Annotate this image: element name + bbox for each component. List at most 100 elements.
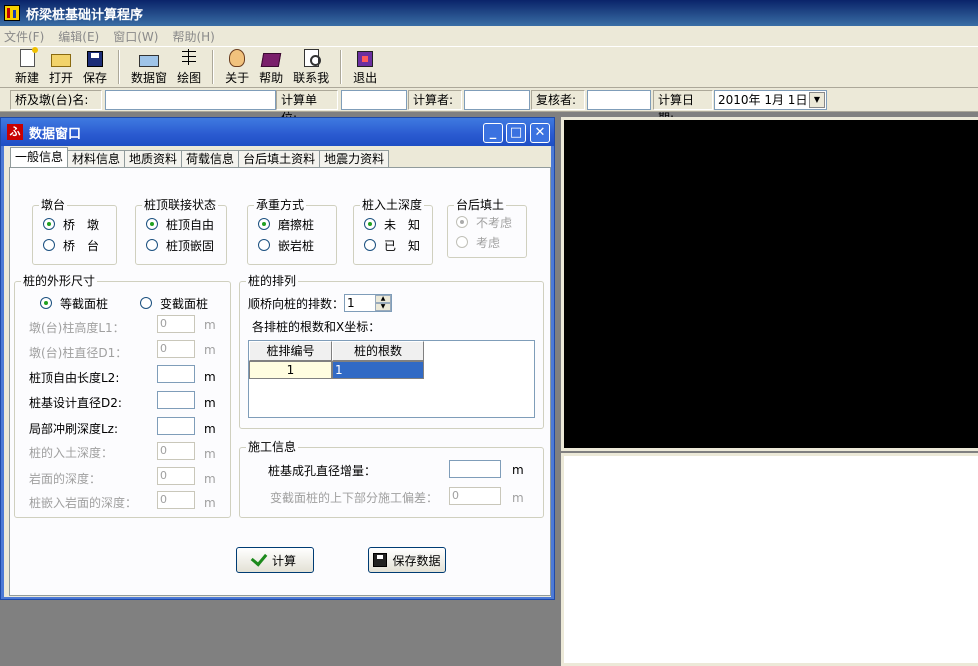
radio-button[interactable] <box>43 239 55 251</box>
section-deviation-input[interactable]: 0 <box>449 487 501 505</box>
radio-button[interactable] <box>364 218 376 230</box>
pile-top-fixed-radio[interactable]: 桩顶嵌固 <box>146 237 214 253</box>
rock-depth-input[interactable]: 0 <box>157 467 195 485</box>
info-bar: 桥及墩(台)名: 计算单位: 计算者: 复核者: 计算日期: 2010年 1月 … <box>0 88 978 125</box>
design-diameter-input[interactable] <box>157 391 195 409</box>
calc-date-label: 计算日期: <box>653 90 713 125</box>
save-icon <box>87 51 104 67</box>
drawing-canvas[interactable] <box>561 117 978 451</box>
pier-diameter-input[interactable]: 0 <box>157 340 195 358</box>
calc-unit-label: 计算单位: <box>276 90 338 125</box>
tab-seismic[interactable]: 地震力资料 <box>319 150 390 167</box>
draw-icon <box>180 49 198 67</box>
checkmark-icon <box>250 549 268 567</box>
grid-cell-row-no[interactable]: 1 <box>249 361 332 379</box>
row-count-spinner[interactable]: 1 ▲ ▼ <box>344 294 392 312</box>
menu-edit[interactable]: 编辑(E) <box>58 28 99 45</box>
toolbar-separator <box>212 50 215 84</box>
backfill-consider-radio[interactable]: 考虑 <box>456 234 500 250</box>
backfill-ignore-radio[interactable]: 不考虑 <box>456 214 512 230</box>
radio-button[interactable] <box>258 218 270 230</box>
radio-button[interactable] <box>364 239 376 251</box>
minimize-button[interactable]: _ <box>483 123 503 143</box>
row-count-label: 顺桥向桩的排数： <box>248 297 345 311</box>
calc-date-picker[interactable]: 2010年 1月 1日 ▼ <box>714 90 827 110</box>
socketed-pile-radio[interactable]: 嵌岩桩 <box>258 237 314 253</box>
bridge-name-label: 桥及墩(台)名: <box>10 90 102 110</box>
chevron-down-icon[interactable]: ▼ <box>809 92 825 108</box>
menu-window[interactable]: 窗口(W) <box>113 28 158 45</box>
depth-known-radio[interactable]: 已 知 <box>364 237 420 253</box>
toolbar-separator <box>118 50 121 84</box>
bridge-name-input[interactable] <box>105 90 276 110</box>
radio-button[interactable] <box>258 239 270 251</box>
radio-button[interactable] <box>146 239 158 251</box>
close-button[interactable]: ✕ <box>530 123 550 143</box>
pile-top-free-radio[interactable]: 桩顶自由 <box>146 216 214 232</box>
menu-help[interactable]: 帮助(H) <box>172 28 214 45</box>
tab-backfill[interactable]: 台后填土资料 <box>238 150 321 167</box>
output-panel[interactable] <box>561 453 978 666</box>
tab-material[interactable]: 材料信息 <box>67 150 126 167</box>
pier-radio[interactable]: 桥 墩 <box>43 216 99 232</box>
radio-button[interactable] <box>43 218 55 230</box>
tab-geology[interactable]: 地质资料 <box>124 150 183 167</box>
data-window-icon <box>139 55 160 67</box>
floppy-disk-icon <box>373 553 388 567</box>
pile-top-group: 桩顶联接状态 桩顶自由 桩顶嵌固 <box>135 198 227 265</box>
friction-pile-radio[interactable]: 磨擦桩 <box>258 216 314 232</box>
rock-embed-depth-input[interactable]: 0 <box>157 491 195 509</box>
radio-button[interactable] <box>140 297 152 309</box>
tab-general[interactable]: 一般信息 <box>10 147 69 167</box>
embed-depth-input[interactable]: 0 <box>157 442 195 460</box>
radio-button[interactable] <box>40 297 52 309</box>
variable-section-radio[interactable]: 变截面桩 <box>140 295 208 311</box>
data-window: ふ 数据窗口 _ □ ✕ 一般信息 材料信息 地质资料 荷载信息 台后填土资料 … <box>0 117 555 600</box>
pier-height-label: 墩(台)柱高度L1： <box>29 321 125 335</box>
contact-button[interactable]: 联系我 <box>288 48 334 86</box>
data-window-title: 数据窗口 <box>29 126 82 142</box>
data-window-button[interactable]: 数据窗 <box>126 48 172 86</box>
save-button[interactable]: 保存 <box>78 48 112 86</box>
bore-increment-input[interactable] <box>449 460 501 478</box>
radio-button[interactable] <box>456 236 468 248</box>
reviewer-input[interactable] <box>587 90 651 110</box>
spin-down-icon[interactable]: ▼ <box>375 303 391 311</box>
uniform-section-radio[interactable]: 等截面桩 <box>40 295 108 311</box>
save-data-button[interactable]: 保存数据 <box>368 547 446 573</box>
embed-depth-group: 桩入土深度 未 知 已 知 <box>353 198 433 265</box>
exit-icon <box>357 51 374 67</box>
scour-depth-input[interactable] <box>157 417 195 435</box>
pier-height-input[interactable]: 0 <box>157 315 195 333</box>
pile-shape-group: 桩的外形尺寸 等截面桩 变截面桩 墩(台)柱高度L1： 0 m 墩(台)柱直径D… <box>14 274 231 518</box>
toolbar: 新建 打开 保存 数据窗 绘图 关于 帮助 联系我 退出 <box>0 46 978 88</box>
exit-button[interactable]: 退出 <box>348 48 382 86</box>
pier-diameter-label: 墩(台)柱直径D1： <box>29 346 128 360</box>
radio-button[interactable] <box>456 216 468 228</box>
menu-file[interactable]: 文件(F) <box>4 28 44 45</box>
grid-header-row-no: 桩排编号 <box>249 341 332 361</box>
open-button[interactable]: 打开 <box>44 48 78 86</box>
calc-unit-input[interactable] <box>341 90 407 110</box>
new-button[interactable]: 新建 <box>10 47 44 86</box>
calculator-input[interactable] <box>464 90 530 110</box>
about-button[interactable]: 关于 <box>220 48 254 86</box>
help-button[interactable]: 帮助 <box>254 48 288 86</box>
radio-button[interactable] <box>146 218 158 230</box>
tab-load[interactable]: 荷载信息 <box>181 150 240 167</box>
app-icon <box>4 5 20 21</box>
bearing-type-group: 承重方式 磨擦桩 嵌岩桩 <box>247 198 337 265</box>
abutment-radio[interactable]: 桥 台 <box>43 237 99 253</box>
new-icon <box>19 47 38 67</box>
pile-grid[interactable]: 桩排编号 桩的根数 1 1 <box>248 340 535 418</box>
free-length-input[interactable] <box>157 365 195 383</box>
maximize-button[interactable]: □ <box>506 123 526 143</box>
calculate-button[interactable]: 计算 <box>236 547 314 573</box>
reviewer-label: 复核者: <box>531 90 585 110</box>
spin-up-icon[interactable]: ▲ <box>375 295 391 303</box>
grid-cell-count[interactable]: 1 <box>332 361 424 379</box>
draw-button[interactable]: 绘图 <box>172 48 206 86</box>
menu-bar: 文件(F) 编辑(E) 窗口(W) 帮助(H) <box>0 26 978 46</box>
data-window-titlebar[interactable]: ふ 数据窗口 _ □ ✕ <box>1 118 554 146</box>
depth-unknown-radio[interactable]: 未 知 <box>364 216 420 232</box>
